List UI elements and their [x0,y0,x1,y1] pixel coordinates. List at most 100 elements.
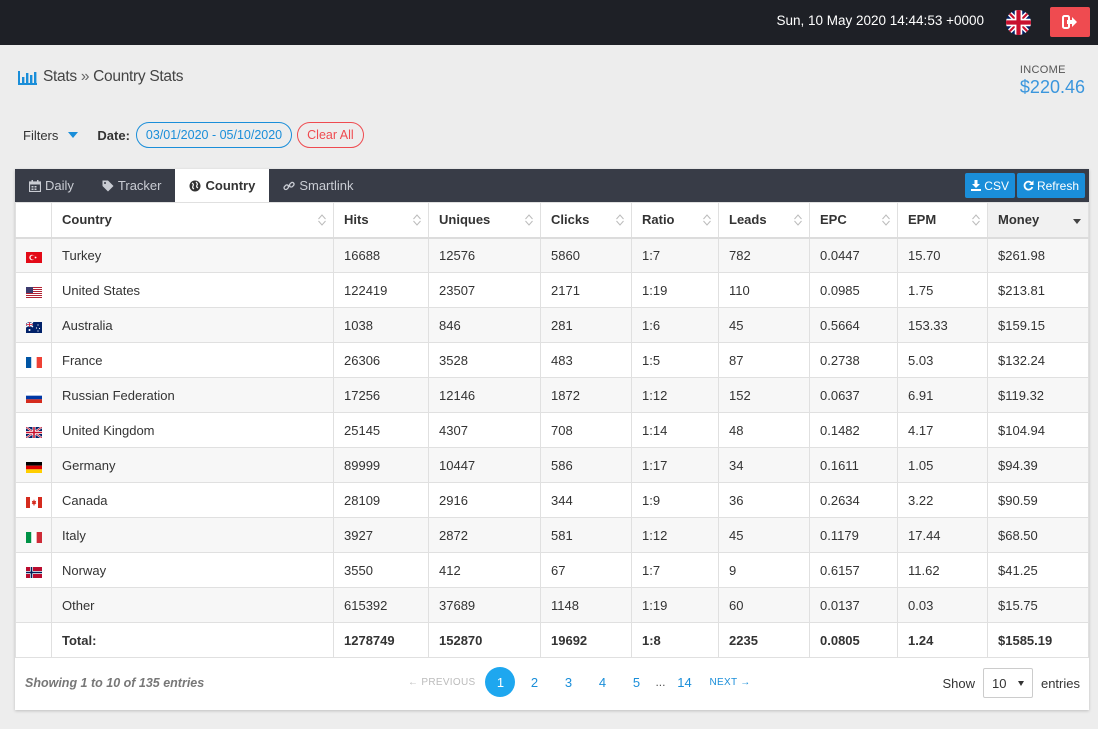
flag-column-header [15,202,52,239]
clear-all-button[interactable]: Clear All [297,122,364,148]
cell-clicks: 708 [540,412,632,448]
breadcrumb: Stats » Country Stats [17,68,183,86]
no-flag-icon [25,566,42,578]
refresh-label: Refresh [1036,178,1079,193]
server-datetime: Sun, 10 May 2020 14:44:53 +0000 [776,13,984,28]
cell-hits: 17256 [333,377,429,413]
caret-down-icon[interactable] [68,132,79,138]
flag-cell [15,377,52,413]
table-row: Australia 1038 846 281 1:6 45 0.5664 153.33 $159… [15,307,1089,343]
next-page-button[interactable]: NEXT → [709,677,750,688]
cell-ratio: 1:12 [631,377,719,413]
cell-epc: 0.0447 [809,237,898,273]
cell-ratio: 1:12 [631,517,719,553]
tab-smartlink[interactable]: Smartlink [269,169,367,202]
de-flag-icon [25,461,42,473]
table-body: Turkey 16688 12576 5860 1:7 782 0.0447 15.70 $26… [15,237,1089,623]
csv-export-button[interactable]: CSV [965,173,1015,198]
column-header-epm[interactable]: EPM [897,202,988,239]
tab-country[interactable]: Country [175,169,270,202]
cell-money: $68.50 [987,517,1089,553]
sort-icon [972,214,980,226]
cell-clicks: 1148 [540,587,632,623]
sort-icon [525,214,533,226]
column-header-clicks[interactable]: Clicks [540,202,632,239]
page-button-4[interactable]: 4 [587,667,617,697]
cell-epm: 3.22 [897,482,988,518]
cell-ratio: 1:17 [631,447,719,483]
column-header-uniques[interactable]: Uniques [428,202,541,239]
cell-ratio: 1:6 [631,307,719,343]
date-label: Date: [97,127,130,143]
gb-flag-icon [24,425,43,439]
previous-page-button[interactable]: ← PREVIOUS [408,677,475,688]
page-button-14[interactable]: 14 [669,667,699,697]
cell-clicks: 5860 [540,237,632,273]
column-header-label: Clicks [551,212,590,228]
flag-cell [15,552,52,588]
logout-button[interactable] [1050,7,1090,37]
cell-hits: 3550 [333,552,429,588]
tr-flag-icon [25,251,42,263]
cell-money: $15.75 [987,587,1089,623]
total-epc: 0.0805 [809,622,898,658]
bar-chart-icon [18,71,37,85]
column-header-label: Leads [729,212,767,228]
column-header-ratio[interactable]: Ratio [631,202,719,239]
column-header-leads[interactable]: Leads [718,202,810,239]
column-header-hits[interactable]: Hits [333,202,429,239]
column-header-money[interactable]: Money [987,202,1089,239]
tab-tracker[interactable]: Tracker [88,169,176,202]
cell-epc: 0.2738 [809,342,898,378]
filters-toggle[interactable]: Filters [23,128,58,143]
page-button-1[interactable]: 1 [485,667,516,697]
cell-epm: 17.44 [897,517,988,553]
cell-money: $90.59 [987,482,1089,518]
top-bar: Sun, 10 May 2020 14:44:53 +0000 [0,0,1098,45]
cell-clicks: 67 [540,552,632,588]
cell-epm: 11.62 [897,552,988,588]
cell-money: $132.24 [987,342,1089,378]
page-button-5[interactable]: 5 [621,667,651,697]
total-uniques: 152870 [428,622,541,658]
income-label: INCOME [1019,64,1066,76]
table-row: Germany 89999 10447 586 1:17 34 0.1611 1.05 $94.… [15,447,1089,483]
table-row: Italy 3927 2872 581 1:12 45 0.1179 17.44 $68.50 [15,517,1089,553]
cell-leads: 45 [718,307,810,343]
sort-icon [882,214,890,226]
page-button-2[interactable]: 2 [519,667,549,697]
cell-clicks: 581 [540,517,632,553]
cell-country: Italy [51,517,334,553]
cell-country: Australia [51,307,334,343]
page-size-select[interactable]: 10 [982,668,1033,698]
refresh-button[interactable]: Refresh [1016,173,1085,198]
column-header-label: Money [998,212,1040,228]
cell-hits: 16688 [333,237,429,273]
column-header-country[interactable]: Country [51,202,334,239]
cell-uniques: 12576 [428,237,541,273]
breadcrumb-root[interactable]: Stats [43,68,77,86]
column-header-label: EPM [908,212,937,228]
cell-epc: 0.1482 [809,412,898,448]
flag-cell [15,412,52,448]
calendar-icon [29,179,41,192]
cell-hits: 615392 [333,587,429,623]
tab-label: Daily [45,178,74,193]
cell-epm: 1.75 [897,272,988,308]
column-header-epc[interactable]: EPC [809,202,898,239]
date-range-filter[interactable]: 03/01/2020 - 05/10/2020 [135,122,293,148]
cell-country: Turkey [51,237,334,273]
cell-leads: 60 [718,587,810,623]
ca-flag-icon [25,496,42,508]
cell-epm: 15.70 [897,237,988,273]
breadcrumb-current: Country Stats [93,68,184,85]
page-size-control: Show 10 entries [942,668,1080,698]
us-flag-icon [25,286,42,298]
cell-ratio: 1:19 [631,587,719,623]
tab-daily[interactable]: Daily [15,169,88,202]
page-button-3[interactable]: 3 [553,667,583,697]
sort-icon [616,214,624,226]
cell-epm: 6.91 [897,377,988,413]
uk-flag-icon[interactable] [1006,10,1031,35]
cell-clicks: 1872 [540,377,632,413]
